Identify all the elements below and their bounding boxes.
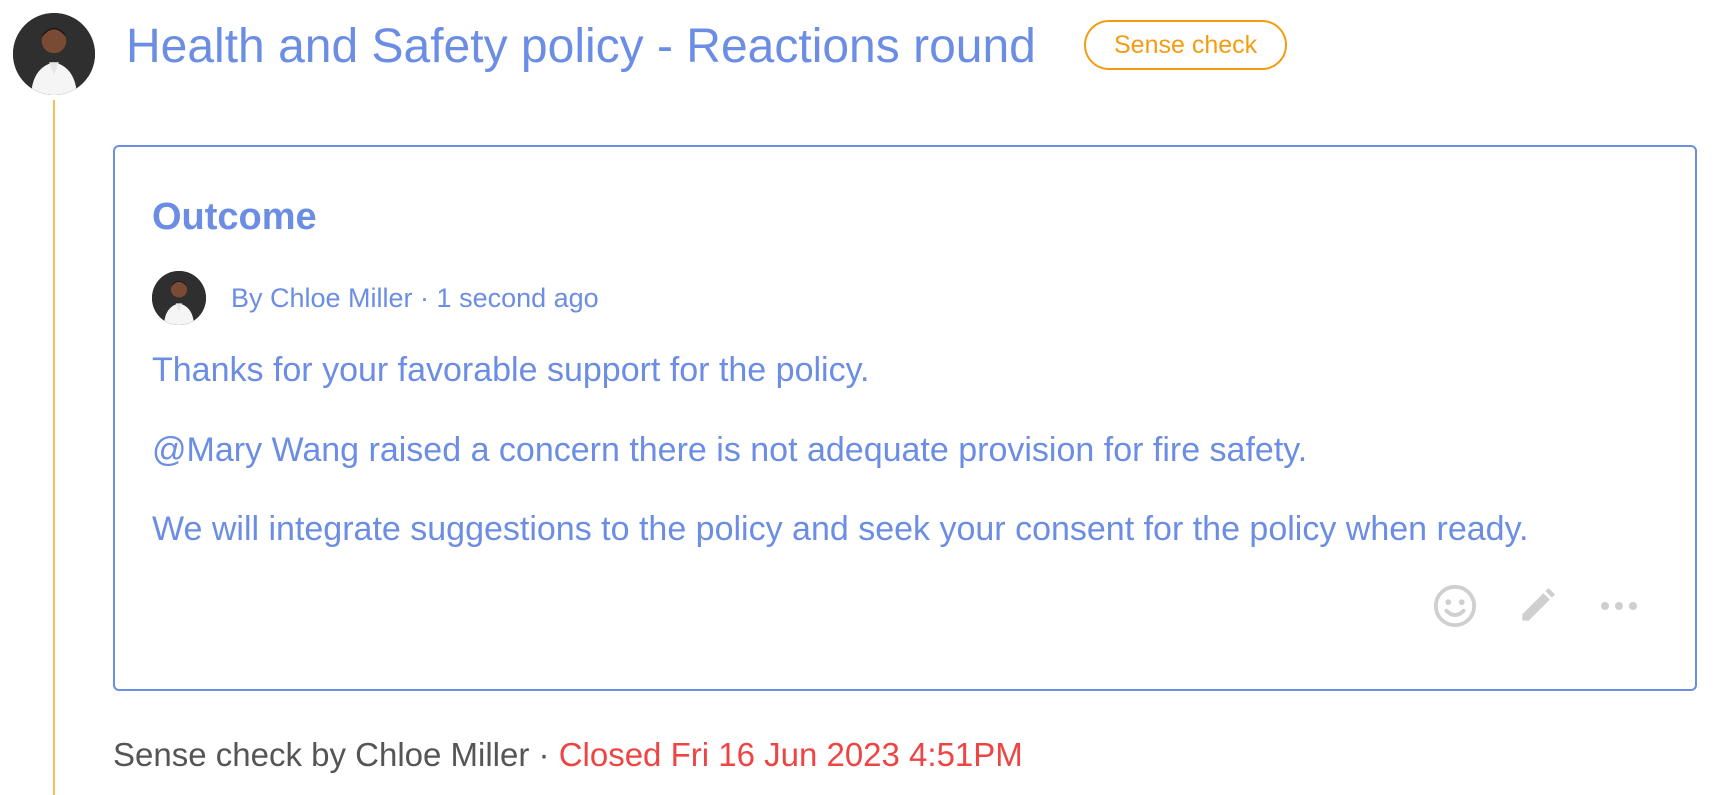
closed-status: Closed Fri 16 Jun 2023 4:51PM	[558, 736, 1023, 773]
more-horizontal-icon	[1601, 602, 1637, 610]
outcome-card: Outcome By Chloe Miller · 1 second ago T…	[113, 145, 1697, 691]
avatar-image	[152, 271, 206, 325]
edit-button[interactable]	[1513, 582, 1561, 630]
author-avatar[interactable]	[13, 13, 95, 95]
outcome-paragraph: Thanks for your favorable support for th…	[152, 351, 870, 389]
outcome-paragraph: @Mary Wang raised a concern there is not…	[152, 431, 1308, 469]
post-footer: Sense check by Chloe Miller · Closed Fri…	[113, 735, 1023, 775]
avatar-image	[13, 13, 95, 95]
sense-check-badge: Sense check	[1084, 20, 1288, 70]
outcome-heading: Outcome	[152, 196, 317, 238]
emoji-icon	[1433, 584, 1477, 628]
pencil-icon	[1522, 588, 1555, 621]
outcome-byline: By Chloe Miller · 1 second ago	[231, 283, 599, 313]
more-button[interactable]	[1595, 582, 1643, 630]
react-button[interactable]	[1431, 582, 1479, 630]
post-title: Health and Safety policy - Reactions rou…	[126, 20, 1036, 73]
outcome-author-avatar[interactable]	[152, 271, 206, 325]
outcome-actions	[1431, 582, 1643, 630]
outcome-paragraph: We will integrate suggestions to the pol…	[152, 510, 1529, 548]
thread-line	[53, 100, 55, 795]
footer-meta: Sense check by Chloe Miller ·	[113, 736, 559, 773]
